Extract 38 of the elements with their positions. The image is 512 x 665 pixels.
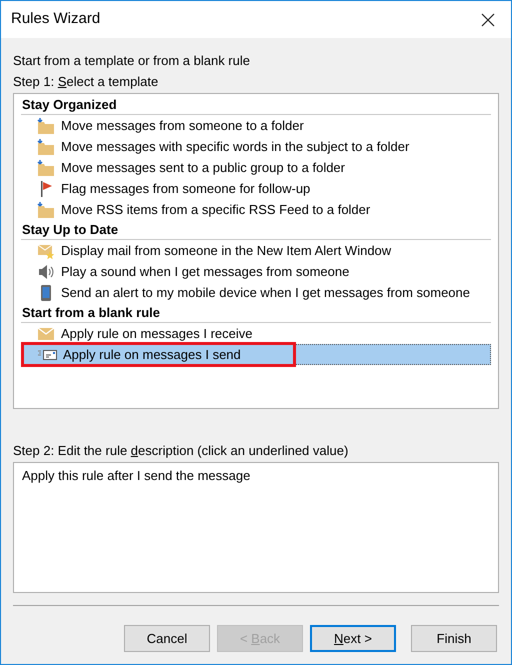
template-item[interactable]: Display mail from someone in the New Item Alert Window <box>21 240 491 261</box>
dialog-button[interactable]: Next > <box>310 625 396 652</box>
folder-icon <box>37 200 55 218</box>
template-label: Move messages with specific words in the subject to a folder <box>61 138 410 156</box>
intro-text: Start from a template or from a blank rule <box>13 52 251 69</box>
step-label: Step 2: Edit the rule description (click an underlined value) <box>13 442 350 459</box>
folder-icon <box>37 158 55 176</box>
template-item[interactable]: Move messages with specific words in the subject to a folder <box>21 136 491 157</box>
template-label: Play a sound when I get messages from someone <box>61 262 350 281</box>
description-text: Apply this rule after I send the message <box>22 468 250 483</box>
dialog-button[interactable]: Finish <box>411 625 497 652</box>
folder-icon <box>37 116 55 134</box>
template-label: Flag messages from someone for follow-up <box>61 180 310 198</box>
dialog-button[interactable]: Cancel <box>124 625 210 652</box>
close-icon <box>481 12 495 26</box>
template-item[interactable]: Move messages sent to a public group to a folder <box>21 157 491 178</box>
close-button[interactable] <box>479 10 497 28</box>
category-header: Stay Organized <box>21 95 491 115</box>
template-item[interactable]: Send an alert to my mobile device when I get messages from someone <box>21 282 491 303</box>
template-item[interactable]: Move RSS items from a specific RSS Feed to a folder <box>21 199 491 220</box>
window-title: Rules Wizard <box>11 9 100 30</box>
template-label: Send an alert to my mobile device when I get messages from someone <box>61 284 470 302</box>
template-label: Move RSS items from a specific RSS Feed to a folder <box>61 200 370 219</box>
template-item[interactable]: Flag messages from someone for follow-up <box>21 178 491 199</box>
step-label: Step 1: Select a template <box>13 73 160 90</box>
template-label: Move messages sent to a public group to a folder <box>61 158 345 177</box>
template-label: Apply rule on messages I send <box>63 346 241 364</box>
template-item[interactable]: Apply rule on messages I send <box>21 344 491 365</box>
speaker-icon <box>37 262 55 280</box>
template-item[interactable]: Apply rule on messages I receive <box>21 323 491 344</box>
template-item[interactable]: Play a sound when I get messages from someone <box>21 261 491 282</box>
template-item[interactable]: Move messages from someone to a folder <box>21 115 491 136</box>
category-header: Stay Up to Date <box>21 220 491 240</box>
template-label: Display mail from someone in the New Item Alert Window <box>61 242 392 260</box>
folder-icon <box>37 138 55 156</box>
template-label: Apply rule on messages I receive <box>61 324 252 343</box>
template-label: Move messages from someone to a folder <box>61 116 304 135</box>
category-header: Start from a blank rule <box>21 303 491 323</box>
